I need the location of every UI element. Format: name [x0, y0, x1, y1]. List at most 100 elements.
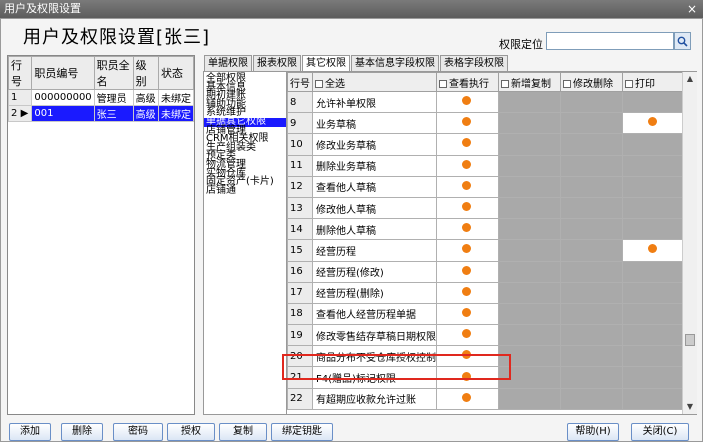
vertical-scrollbar[interactable]: ▲ ▼ [682, 72, 697, 414]
close-icon[interactable]: × [685, 2, 699, 16]
row-num-text: 2 [11, 108, 18, 119]
permission-add-cell [498, 154, 561, 177]
granted-dot-icon [462, 329, 471, 339]
bind-key-button[interactable]: 绑定钥匙 [271, 423, 333, 441]
permission-name: 商品分布不受仓库授权控制 [312, 345, 437, 368]
delete-button[interactable]: 删除 [61, 423, 103, 441]
col-header-add[interactable]: 新增复制 [498, 72, 561, 92]
granted-dot-icon [648, 244, 657, 254]
col-header-edit[interactable]: 修改删除 [560, 72, 623, 92]
permission-row[interactable]: 22 有超期应收款允许过账 [287, 387, 682, 410]
tree-item[interactable]: 店铺通 [204, 185, 286, 196]
permission-edit-cell [560, 154, 623, 177]
permission-edit-cell [560, 281, 623, 304]
permission-row[interactable]: 18 查看他人经营历程单据 [287, 302, 682, 326]
permission-view-cell[interactable] [436, 324, 499, 347]
permission-row[interactable]: 11 删除业务草稿 [287, 154, 682, 177]
granted-dot-icon [462, 371, 471, 381]
checkbox[interactable] [501, 79, 509, 88]
permission-print-cell[interactable] [622, 239, 682, 262]
authorize-button[interactable]: 授权 [167, 423, 215, 441]
password-button[interactable]: 密码 [113, 423, 163, 441]
checkbox[interactable] [315, 79, 323, 88]
permission-view-cell[interactable] [436, 281, 499, 304]
user-table-header: 行号 职员编号 职员全名 级别 状态 [7, 56, 194, 90]
permission-row[interactable]: 13 修改他人草稿 [287, 196, 682, 220]
permission-row[interactable]: 20 商品分布不受仓库授权控制 [287, 345, 682, 368]
permission-view-cell[interactable] [436, 260, 499, 283]
permission-view-cell[interactable] [436, 345, 499, 368]
permission-print-cell [622, 175, 682, 198]
permission-edit-cell [560, 366, 623, 389]
permission-add-cell [498, 90, 561, 114]
user-row-selected[interactable]: 2 ▶ 001 张三 高级 未绑定 [7, 105, 194, 122]
permission-view-cell[interactable] [436, 218, 499, 241]
add-button[interactable]: 添加 [9, 423, 51, 441]
col-header-code[interactable]: 职员编号 [31, 56, 95, 90]
permission-row[interactable]: 15 经营历程 [287, 239, 682, 262]
tab-other-permissions[interactable]: 其它权限 [302, 55, 350, 72]
col-header-rownum[interactable]: 行号 [7, 56, 33, 90]
col-header-print[interactable]: 打印 [622, 72, 682, 92]
permission-row[interactable]: 19 修改零售结存草稿日期权限 [287, 324, 682, 347]
permission-add-cell [498, 302, 561, 326]
permission-name: 删除业务草稿 [312, 154, 437, 177]
col-header-status[interactable]: 状态 [158, 56, 194, 90]
permission-view-cell[interactable] [436, 175, 499, 198]
tab-document-permissions[interactable]: 单据权限 [204, 55, 252, 71]
permission-view-cell[interactable] [436, 387, 499, 410]
scroll-up-icon[interactable]: ▲ [683, 72, 697, 86]
permission-print-cell [622, 260, 682, 283]
tab-report-permissions[interactable]: 报表权限 [253, 55, 301, 71]
col-header-select-all[interactable]: 全选 [312, 72, 437, 92]
permission-row[interactable]: 9 业务草稿 [287, 112, 682, 135]
permission-view-cell[interactable] [436, 154, 499, 177]
add-label: 新增复制 [511, 78, 551, 90]
permission-view-cell[interactable] [436, 90, 499, 114]
permission-print-cell [622, 154, 682, 177]
permission-print-cell[interactable] [622, 112, 682, 135]
permission-row[interactable]: 12 查看他人草稿 [287, 175, 682, 198]
search-button[interactable] [674, 32, 691, 50]
permission-row-num: 18 [287, 302, 313, 326]
permission-view-cell[interactable] [436, 196, 499, 220]
permission-row[interactable]: 14 删除他人草稿 [287, 218, 682, 241]
permission-tabs: 单据权限 报表权限 其它权限 基本信息字段权限 表格字段权限 [204, 55, 509, 72]
permission-view-cell[interactable] [436, 366, 499, 389]
granted-dot-icon [462, 117, 471, 127]
permission-edit-cell [560, 218, 623, 241]
col-header-name[interactable]: 职员全名 [93, 56, 134, 90]
permission-view-cell[interactable] [436, 302, 499, 326]
permission-row[interactable]: 17 经营历程(删除) [287, 281, 682, 304]
user-row-num: 1 [7, 89, 33, 106]
scroll-down-icon[interactable]: ▼ [683, 400, 697, 414]
tab-table-field-permissions[interactable]: 表格字段权限 [440, 55, 508, 71]
search-input[interactable] [546, 32, 674, 50]
tab-basic-field-permissions[interactable]: 基本信息字段权限 [351, 55, 439, 71]
granted-dot-icon [462, 96, 471, 106]
checkbox[interactable] [439, 79, 447, 88]
permission-name: 允许补单权限 [312, 90, 437, 114]
permission-view-cell[interactable] [436, 112, 499, 135]
permission-row-num: 16 [287, 260, 313, 283]
permission-edit-cell [560, 133, 623, 156]
checkbox[interactable] [563, 79, 571, 88]
permission-view-cell[interactable] [436, 133, 499, 156]
close-button[interactable]: 关闭(C) [631, 423, 689, 441]
checkbox[interactable] [625, 79, 633, 88]
permission-row[interactable]: 8 允许补单权限 [287, 90, 682, 114]
col-header-level[interactable]: 级别 [132, 56, 160, 90]
copy-button[interactable]: 复制 [219, 423, 267, 441]
user-table: 行号 职员编号 职员全名 级别 状态 1 000000000 管理员 高级 未绑… [7, 55, 195, 415]
user-status: 未绑定 [158, 89, 194, 106]
permission-row-num: 11 [287, 154, 313, 177]
help-button[interactable]: 帮助(H) [567, 423, 619, 441]
permission-row[interactable]: 21 F4(赠品)标记权限 [287, 366, 682, 389]
granted-dot-icon [462, 392, 471, 402]
permission-row[interactable]: 10 修改业务草稿 [287, 133, 682, 156]
scroll-thumb[interactable] [685, 334, 695, 346]
permission-view-cell[interactable] [436, 239, 499, 262]
permission-row[interactable]: 16 经营历程(修改) [287, 260, 682, 283]
col-header-view[interactable]: 查看执行 [436, 72, 499, 92]
user-row[interactable]: 1 000000000 管理员 高级 未绑定 [7, 89, 194, 106]
